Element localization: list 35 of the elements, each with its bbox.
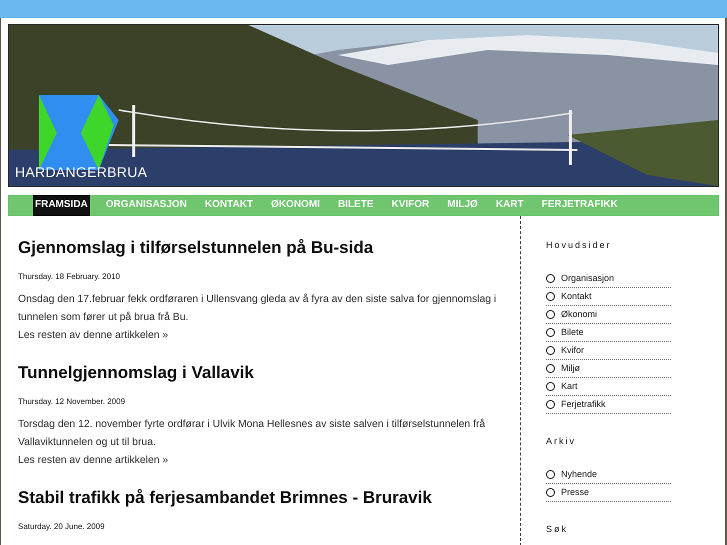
article-date: Thursday. 18 February. 2010 (18, 272, 121, 281)
nav-link[interactable]: FRAMSIDA (33, 195, 90, 216)
circle-icon (546, 310, 555, 318)
sidebar-link[interactable]: Kart (546, 378, 671, 396)
sidebar-heading: Hovudsider (546, 240, 613, 250)
circle-icon (546, 470, 555, 478)
article-summary: Onsdag den 17.februar fekk ordføraren i Ullensvang gleda av å fyra av den siste salva for gjennomslag i tunnelen som fører ut på brua frå Bu. (18, 292, 498, 325)
circle-icon (546, 292, 555, 300)
article-date: Thursday. 12 November. 2009 (18, 397, 126, 406)
sidebar-link[interactable]: Kvifor (546, 342, 671, 360)
sidebar-link[interactable]: Ferjetrafikk (546, 396, 671, 414)
sidebar-link[interactable]: Økonomi (546, 306, 671, 324)
sidebar-link[interactable]: Bilete (546, 324, 671, 342)
read-more-link[interactable]: Les resten av denne artikkelen » (18, 327, 520, 345)
logo-text: HARDANGERBRUA (15, 164, 148, 180)
article-date: Saturday. 20 June. 2009 (18, 522, 106, 531)
circle-icon (546, 346, 555, 354)
sidebar-link[interactable]: Presse (546, 484, 671, 502)
article-title[interactable]: Gjennomslag i tilførselstunnelen på Bu-sida (18, 238, 520, 258)
circle-icon (546, 400, 555, 408)
article-summary: Torsdag den 12. november fyrte ordførar i Ulvik Mona Hellesnes av siste salven i tilførselstunnelen frå Vallaviktunnelen og ut til brua. (18, 418, 486, 450)
article-title[interactable]: Tunnelgjennomslag i Vallavik (18, 363, 520, 383)
circle-icon (546, 364, 555, 372)
circle-icon (546, 488, 555, 496)
sidebar-link[interactable]: Kontakt (546, 288, 671, 306)
article-title[interactable]: Stabil trafikk på ferjesambandet Brimnes - Bruravik (18, 488, 520, 508)
sidebar-link[interactable]: Organisasjon (546, 270, 671, 288)
read-more-link[interactable]: Les resten av denne artikkelen » (18, 452, 520, 470)
sidebar-link[interactable]: Miljø (546, 360, 671, 378)
sidebar-heading: Søk (546, 524, 570, 534)
circle-icon (546, 382, 555, 390)
sidebar-heading: Arkiv (546, 436, 577, 446)
circle-icon (546, 274, 555, 282)
sidebar-link[interactable]: Nyhende (546, 466, 671, 484)
circle-icon (546, 328, 555, 336)
